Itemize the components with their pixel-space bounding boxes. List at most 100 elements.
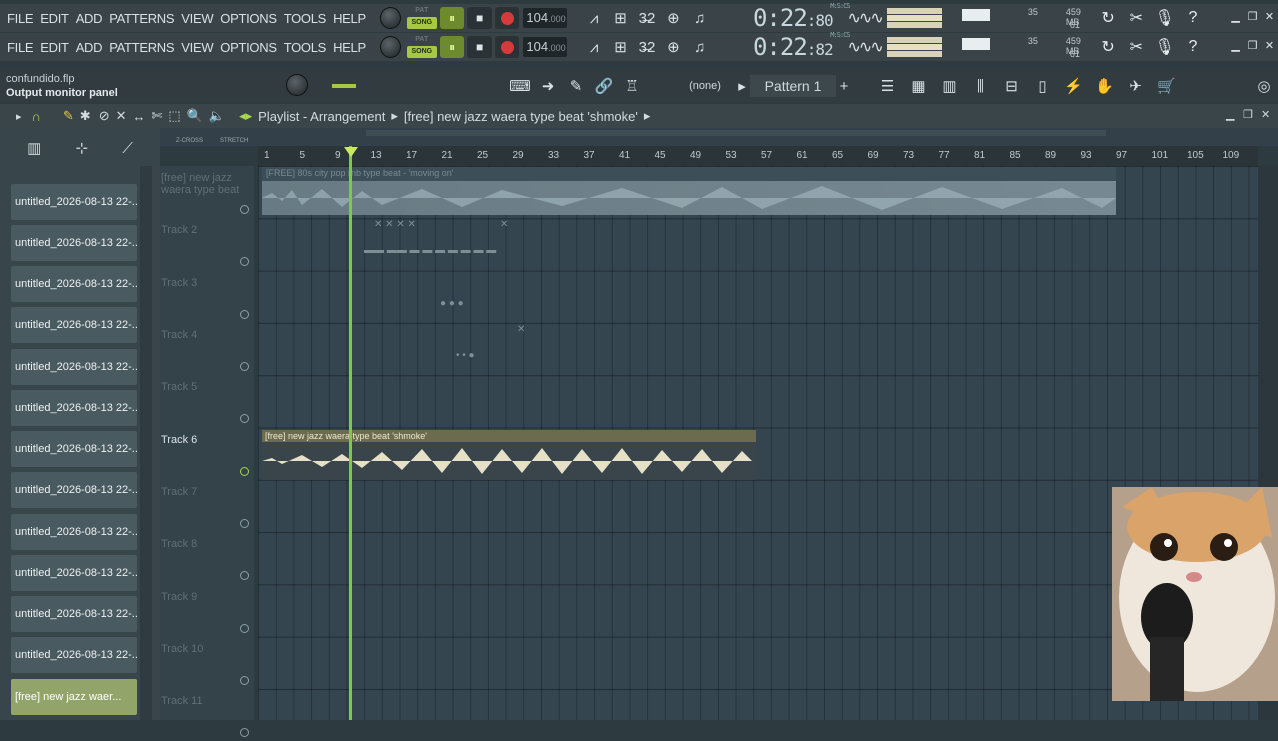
menu-view[interactable]: VIEW — [181, 11, 213, 26]
track-header[interactable]: Track 5 — [160, 375, 254, 427]
step-edit-icon[interactable]: ⊕ — [660, 35, 686, 59]
playlist-arrow-icon[interactable]: ◂▸ — [239, 108, 252, 124]
countdown-icon[interactable]: 3̶2 — [634, 35, 660, 59]
track-header[interactable]: Track 10 — [160, 637, 254, 689]
timeline-ruler[interactable]: 1 5 9 13 17 21 25 29 33 37 41 45 49 53 57 61 65 69 73 77 81 8… — [258, 146, 1258, 166]
help-icon[interactable]: ? — [1179, 35, 1207, 59]
browser-item[interactable]: untitled_2026-08-13 22-... — [11, 184, 137, 220]
pl-minimize-icon[interactable]: ▁ — [1226, 108, 1234, 121]
blend-notes-icon[interactable]: ♫ — [687, 6, 713, 30]
track-dot-icon[interactable] — [240, 362, 249, 371]
track-dot-icon[interactable] — [240, 519, 249, 528]
waveform-monitor-icon[interactable]: ∿∿∿ — [848, 8, 886, 28]
browser-item[interactable]: untitled_2026-08-13 22-... — [11, 472, 137, 508]
menu-add-2[interactable]: ADD — [76, 40, 103, 55]
playlist-window-icon[interactable]: ☰ — [872, 74, 903, 98]
menu-patterns[interactable]: PATTERNS — [109, 11, 174, 26]
menu-file[interactable]: FILE — [7, 11, 34, 26]
menu-edit[interactable]: EDIT — [40, 11, 69, 26]
menu-tools-2[interactable]: TOOLS — [284, 40, 327, 55]
browser-item-selected[interactable]: [free] new jazz waer... — [11, 679, 137, 715]
globe-icon[interactable]: ◎ — [1250, 74, 1278, 98]
mic-icon[interactable]: 🎙 — [1151, 6, 1179, 30]
stop-button[interactable]: ■ — [467, 7, 492, 29]
track-dot-icon[interactable] — [240, 205, 249, 214]
browser-item[interactable]: untitled_2026-08-13 22-... — [11, 431, 137, 467]
maximize-icon[interactable]: ❐ — [1244, 39, 1261, 55]
browser-tree-icon[interactable]: ⊹ — [76, 139, 89, 157]
track-header[interactable]: Track 2 — [160, 218, 254, 270]
minimize-icon[interactable]: ▁ — [1227, 39, 1244, 55]
touch-icon[interactable]: ✋ — [1089, 74, 1120, 98]
playlist-menu-arrow-icon[interactable]: ▸ — [16, 110, 22, 123]
metronome-icon[interactable]: ⩘ — [581, 35, 607, 59]
arrow-right-icon[interactable]: ➜ — [534, 74, 562, 98]
pause-button-2[interactable]: ⏸ — [439, 36, 465, 58]
playhead-marker-icon[interactable] — [344, 147, 358, 157]
speaker-icon[interactable]: 🔈 — [209, 108, 225, 124]
browser-item[interactable]: untitled_2026-08-13 22-... — [11, 349, 137, 385]
horizontal-scrollbar[interactable] — [366, 130, 1106, 136]
countdown-icon[interactable]: 3̶2 — [634, 6, 660, 30]
playhead-line[interactable] — [349, 146, 352, 720]
track-header[interactable]: Track 9 — [160, 585, 254, 637]
channel-rack-icon[interactable]: ▥ — [934, 74, 965, 98]
waveform-monitor-icon[interactable]: ∿∿∿ — [848, 37, 886, 57]
master-volume-knob[interactable] — [379, 7, 401, 29]
menu-tools[interactable]: TOOLS — [284, 11, 327, 26]
master-volume-knob-2[interactable] — [379, 36, 401, 58]
track-header[interactable]: Track 3 — [160, 271, 254, 323]
tempo-display-2[interactable]: 104.000 — [523, 37, 567, 57]
undo-icon[interactable]: ↻ — [1094, 6, 1122, 30]
help-icon[interactable]: ? — [1179, 6, 1207, 30]
shop-icon[interactable]: 🛒 — [1151, 74, 1182, 98]
pat-song-toggle-2[interactable]: PAT SONG — [406, 36, 437, 58]
track-dot-icon[interactable] — [240, 310, 249, 319]
plugin-icon[interactable]: ⚡ — [1058, 74, 1089, 98]
browser-item[interactable]: untitled_2026-08-13 22-... — [11, 225, 137, 261]
play-pattern-icon[interactable]: ▸ — [734, 74, 750, 98]
audio-clip-moving-on[interactable]: [FREE] 80s city pop rnb type beat - 'mov… — [262, 167, 1116, 215]
track-header[interactable]: Track 6 — [160, 428, 254, 480]
step-edit-icon[interactable]: ⊕ — [660, 6, 686, 30]
pattern-none-dropdown[interactable]: (none) — [676, 76, 734, 96]
track-dot-icon[interactable] — [240, 624, 249, 633]
magnet-icon[interactable]: ∩ — [32, 109, 41, 124]
menu-add[interactable]: ADD — [76, 11, 103, 26]
piano-roll-icon[interactable]: ▦ — [903, 74, 934, 98]
menu-patterns-2[interactable]: PATTERNS — [109, 40, 174, 55]
track-dot-icon[interactable] — [240, 257, 249, 266]
menu-edit-2[interactable]: EDIT — [40, 40, 69, 55]
stop-button-2[interactable]: ■ — [467, 36, 492, 58]
track-dot-icon[interactable] — [240, 414, 249, 423]
pitch-slider[interactable] — [332, 84, 356, 88]
song-time-display[interactable]: 0:22:80 M:S:CS — [753, 2, 851, 32]
record-button-2[interactable] — [494, 36, 520, 58]
track-header[interactable]: Track 4 — [160, 323, 254, 375]
wait-input-icon[interactable]: ⊞ — [607, 6, 633, 30]
mic-icon[interactable]: 🎙 — [1151, 35, 1179, 59]
record-button[interactable] — [494, 7, 520, 29]
track-header[interactable]: [free] new jazz waera type beat — [160, 166, 254, 218]
delete-icon[interactable]: ⊘ — [99, 108, 110, 124]
browser-piano-icon[interactable]: ▥ — [27, 139, 41, 157]
mixer-icon[interactable]: ⫼ — [965, 74, 996, 98]
undo-icon[interactable]: ↻ — [1094, 35, 1122, 59]
maximize-icon[interactable]: ❐ — [1244, 10, 1261, 26]
zoom-icon[interactable]: 🔍 — [187, 108, 203, 124]
browser-item[interactable]: untitled_2026-08-13 22-... — [11, 555, 137, 591]
select-icon[interactable]: ⬚ — [168, 108, 180, 124]
browser-item[interactable]: untitled_2026-08-13 22-... — [11, 390, 137, 426]
pl-maximize-icon[interactable]: ❐ — [1243, 108, 1253, 121]
song-time-display-2[interactable]: 0:22:82 M:S:CS — [753, 31, 851, 61]
browser-scrollbar[interactable] — [140, 166, 152, 720]
mute-icon[interactable]: ✕ — [116, 108, 127, 124]
browser-item[interactable]: untitled_2026-08-13 22-... — [11, 596, 137, 632]
browser-item[interactable]: untitled_2026-08-13 22-... — [11, 637, 137, 673]
pat-song-toggle[interactable]: PAT SONG — [406, 7, 437, 29]
track-dot-icon[interactable] — [240, 467, 249, 476]
track-dot-icon[interactable] — [240, 728, 249, 737]
track-dot-icon[interactable] — [240, 676, 249, 685]
tools-icon[interactable]: ✂ — [1122, 6, 1150, 30]
track-header[interactable]: Track 7 — [160, 480, 254, 532]
